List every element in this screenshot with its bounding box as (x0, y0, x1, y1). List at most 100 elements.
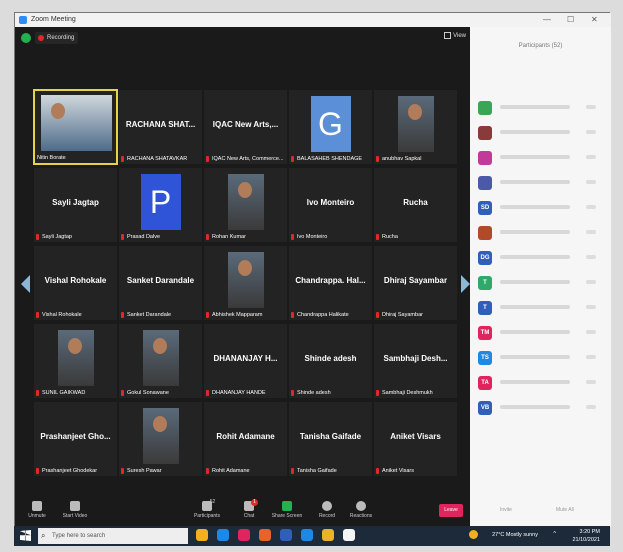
participant-tile[interactable]: anubhav Sapkal (373, 89, 458, 165)
recording-indicator[interactable]: Recording (35, 32, 79, 44)
mic-status-icon (586, 155, 596, 159)
participant-row[interactable] (478, 147, 604, 172)
participant-caption: Shinde adesh (291, 390, 370, 396)
profile-letter-avatar: G (310, 96, 351, 152)
participant-display-name: Shinde adesh (304, 354, 357, 363)
participant-name-blurred (500, 155, 570, 159)
participant-tile[interactable]: IQAC New Arts,... IQAC New Arts, Commerce… (203, 89, 288, 165)
taskbar-search-input[interactable]: Type here to search (38, 528, 188, 544)
participant-tile[interactable]: Suresh Pawar (118, 401, 203, 477)
participant-display-name: Ivo Monteiro (306, 198, 355, 207)
mic-status-icon (586, 255, 596, 259)
participant-row[interactable]: T (478, 297, 604, 322)
participant-tile[interactable]: Rohan Kumar (203, 167, 288, 243)
participant-row[interactable]: T (478, 272, 604, 297)
weather-text[interactable]: 27°C Mostly sunny (492, 532, 538, 538)
participant-tile[interactable]: Chandrappa. Hal... Chandrappa Halikate (288, 245, 373, 321)
participant-tile[interactable]: Ivo Monteiro Ivo Monteiro (288, 167, 373, 243)
chat-button[interactable]: Chat 1 (229, 499, 269, 519)
next-page-arrow-icon[interactable] (461, 275, 470, 293)
participant-display-name: Sanket Darandale (126, 276, 195, 285)
taskbar-app-icon[interactable] (196, 529, 208, 541)
participant-avatar: TS (478, 351, 492, 365)
mic-status-icon (586, 105, 596, 109)
participant-video (227, 174, 264, 230)
mic-status-icon (586, 280, 596, 284)
chat-label: Chat (243, 513, 255, 519)
participant-tile[interactable]: Abhishek Mapparam (203, 245, 288, 321)
taskbar-app-icon[interactable] (322, 529, 334, 541)
participant-caption: Suresh Pawar (121, 468, 200, 474)
windows-start-icon[interactable] (20, 530, 31, 541)
participant-tile[interactable]: SUNIL GAIKWAD (33, 323, 118, 399)
participant-tile[interactable]: Rucha Rucha (373, 167, 458, 243)
participant-avatar: TA (478, 376, 492, 390)
taskbar-app-icon[interactable] (301, 529, 313, 541)
unmute-button[interactable]: Unmute (17, 501, 57, 519)
participant-row[interactable]: TS (478, 347, 604, 372)
participant-row[interactable] (478, 122, 604, 147)
participant-tile[interactable]: Sayli Jagtap Sayli Jagtap (33, 167, 118, 243)
participant-tile[interactable]: DHANANJAY H... DHANANJAY HANDE (203, 323, 288, 399)
participant-avatar: T (478, 301, 492, 315)
participant-tile[interactable]: Sanket Darandale Sanket Darandale (118, 245, 203, 321)
taskbar-app-icon[interactable] (343, 529, 355, 541)
participant-tile[interactable]: Shinde adesh Shinde adesh (288, 323, 373, 399)
participant-tile[interactable]: Vishal Rohokale Vishal Rohokale (33, 245, 118, 321)
mute-all-button[interactable]: Mute All (556, 507, 574, 513)
share-screen-button[interactable]: Share Screen (267, 501, 307, 519)
participant-row[interactable]: DG (478, 247, 604, 272)
participant-row[interactable]: TA (478, 372, 604, 397)
participant-tile[interactable]: Rohit Adamane Rohit Adamane (203, 401, 288, 477)
participants-list: SD DG T T TM TS TA VB (478, 97, 604, 422)
grid-view-icon (444, 32, 452, 39)
participant-tile[interactable]: Tanisha Gaifade Tanisha Gaifade (288, 401, 373, 477)
participants-button[interactable]: Participants 52 (187, 499, 227, 519)
participant-row[interactable]: VB (478, 397, 604, 422)
participant-row[interactable]: TM (478, 322, 604, 347)
participant-video (142, 408, 179, 464)
participant-tile[interactable]: G BALASAHEB SHENDAGE (288, 89, 373, 165)
participant-caption: Dhiraj Sayambar (376, 312, 455, 318)
start-video-button[interactable]: Start Video (55, 501, 95, 519)
tray-overflow-icon[interactable]: ^ (553, 531, 556, 537)
taskbar-app-icon[interactable] (238, 529, 250, 541)
invite-button[interactable]: Invite (500, 507, 512, 513)
clock[interactable]: 3:20 PM 21/10/2021 (566, 528, 600, 544)
participant-tile[interactable]: Sambhaji Desh... Sambhaji Deshmukh (373, 323, 458, 399)
participant-row[interactable] (478, 222, 604, 247)
participant-tile[interactable]: Dhiraj Sayambar Dhiraj Sayambar (373, 245, 458, 321)
participant-tile[interactable]: RACHANA SHAT... RACHANA SHATAVKAR (118, 89, 203, 165)
minimize-button[interactable]: — (543, 15, 551, 24)
leave-button[interactable]: Leave (439, 504, 463, 517)
participant-tile[interactable]: Prashanjeet Gho... Prashanjeet Ghodekar (33, 401, 118, 477)
participant-tile[interactable]: Aniket Visars Aniket Visars (373, 401, 458, 477)
participant-video (41, 95, 112, 151)
security-shield-icon[interactable] (21, 33, 31, 43)
reactions-icon (356, 501, 366, 511)
reactions-label: Reactions (349, 513, 373, 519)
taskbar-app-icon[interactable] (259, 529, 271, 541)
participant-display-name: RACHANA SHAT... (125, 120, 196, 129)
participant-caption: Sanket Darandale (121, 312, 200, 318)
maximize-button[interactable]: ☐ (567, 15, 574, 24)
participant-display-name: Dhiraj Sayambar (383, 276, 448, 285)
taskbar-app-icon[interactable] (280, 529, 292, 541)
weather-sun-icon[interactable] (469, 530, 478, 539)
zoom-window: Zoom Meeting — ☐ ✕ Recording View Nitin … (14, 12, 611, 527)
close-button[interactable]: ✕ (591, 15, 598, 24)
participant-row[interactable] (478, 97, 604, 122)
taskbar-app-icon[interactable] (217, 529, 229, 541)
participant-tile[interactable]: P Prasad Dalve (118, 167, 203, 243)
participant-caption: Prashanjeet Ghodekar (36, 468, 115, 474)
participant-row[interactable]: SD (478, 197, 604, 222)
participant-name-blurred (500, 280, 570, 284)
participant-display-name: Aniket Visars (390, 432, 441, 441)
mic-status-icon (586, 405, 596, 409)
participant-tile[interactable]: Gokul Sonawane (118, 323, 203, 399)
reactions-button[interactable]: Reactions (341, 501, 381, 519)
participant-tile[interactable]: Nitin Borate (33, 89, 118, 165)
view-button[interactable]: View (444, 32, 466, 39)
participant-row[interactable] (478, 172, 604, 197)
previous-page-arrow-icon[interactable] (21, 275, 30, 293)
